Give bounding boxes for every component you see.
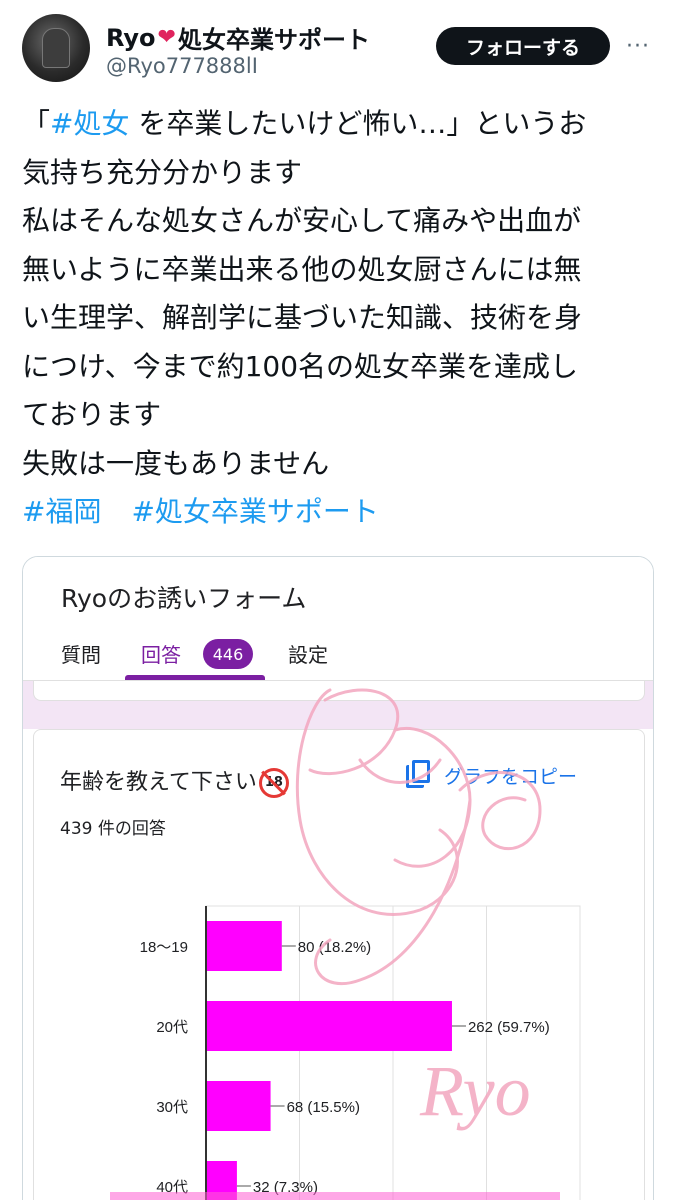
post-text-line: につけ、今まで約100名の処女卒業を達成し: [22, 349, 579, 383]
text-segment: を卒業したいけど怖い…」というお: [129, 107, 587, 140]
form-title: Ryoのお誘いフォーム: [61, 584, 307, 613]
display-name-text: Ryo: [106, 23, 156, 52]
hashtag-link[interactable]: #処女: [50, 107, 129, 140]
bar: [207, 921, 282, 971]
post-text: 「#処女 を卒業したいけど怖い…」というお 気持ち充分分かります 私はそんな処女…: [22, 100, 652, 537]
question-title-text: 年齢を教えて下さい: [60, 770, 257, 795]
question-summary-panel: 年齢を教えて下さい 18 グラフをコピー 439 件の回答 18〜19 80 (18…: [33, 729, 645, 1200]
bar: [207, 1081, 271, 1131]
more-icon[interactable]: ···: [622, 30, 654, 62]
age-bar-chart: 18〜19 80 (18.2%) 20代 262 (59.7%) 30代 68 (15.5…: [34, 860, 646, 1200]
bar: [207, 1001, 452, 1051]
hashtag-link[interactable]: #処女卒業サポート: [131, 495, 378, 528]
response-count-badge: 446: [203, 639, 253, 669]
previous-panel-edge: [33, 681, 645, 701]
form-header: Ryoのお誘いフォーム 質問 回答 446 設定: [23, 557, 653, 681]
category-label: 20代: [156, 1019, 188, 1036]
copy-icon: [406, 760, 432, 790]
display-name[interactable]: Ryo ❤ 処女卒業サポート: [106, 20, 370, 55]
post-text-line: 気持ち充分分かります: [22, 155, 303, 189]
active-tab-indicator: [125, 675, 265, 680]
text-segment: 「: [22, 107, 51, 140]
category-label: 18〜19: [140, 939, 188, 956]
hashtag-link[interactable]: #福岡: [22, 495, 101, 528]
tab-responses[interactable]: 回答: [141, 639, 181, 668]
tab-settings[interactable]: 設定: [288, 639, 328, 668]
question-title: 年齢を教えて下さい 18: [60, 764, 289, 798]
data-label: 68 (15.5%): [287, 1099, 360, 1116]
avatar[interactable]: [22, 14, 90, 82]
data-label: 262 (59.7%): [468, 1019, 550, 1036]
follow-button[interactable]: フォローする: [436, 27, 610, 65]
hashtag-line: #福岡 #処女卒業サポート: [22, 488, 652, 537]
copy-chart-label: グラフをコピー: [444, 765, 578, 788]
post-text-line: ております: [22, 398, 162, 431]
post-text-line: 私はそんな処女さんが安心して痛みや出血が: [22, 204, 582, 237]
tab-questions[interactable]: 質問: [61, 639, 101, 668]
post-text-line: い生理学、解剖学に基づいた知識、技術を身: [22, 301, 583, 334]
avatar-figure: [42, 28, 70, 68]
user-handle[interactable]: @Ryo777888lI: [106, 54, 258, 78]
display-name-suffix: 処女卒業サポート: [177, 26, 370, 54]
heart-icon: ❤: [157, 25, 176, 50]
post-text-line: 無いように卒業出来る他の処女厨さんには無: [22, 252, 582, 286]
post-header: Ryo ❤ 処女卒業サポート @Ryo777888lI フォローする ···: [0, 0, 674, 90]
category-label: 30代: [156, 1099, 188, 1116]
data-label: 80 (18.2%): [298, 939, 371, 956]
response-count: 439 件の回答: [60, 819, 166, 839]
attached-image[interactable]: Ryoのお誘いフォーム 質問 回答 446 設定 年齢を教えて下さい 18 グラフ…: [22, 556, 654, 1200]
no-under-18-icon: 18: [258, 768, 289, 798]
post-text-line: 「#処女 を卒業したいけど怖い…」というお: [22, 100, 652, 149]
chart-svg: 18〜19 80 (18.2%) 20代 262 (59.7%) 30代 68 (15.5…: [140, 905, 581, 1200]
copy-chart-button[interactable]: グラフをコピー: [406, 760, 577, 790]
cropped-caption-strip: [110, 1192, 560, 1200]
post-text-line: 失敗は一度もありません: [22, 446, 330, 480]
